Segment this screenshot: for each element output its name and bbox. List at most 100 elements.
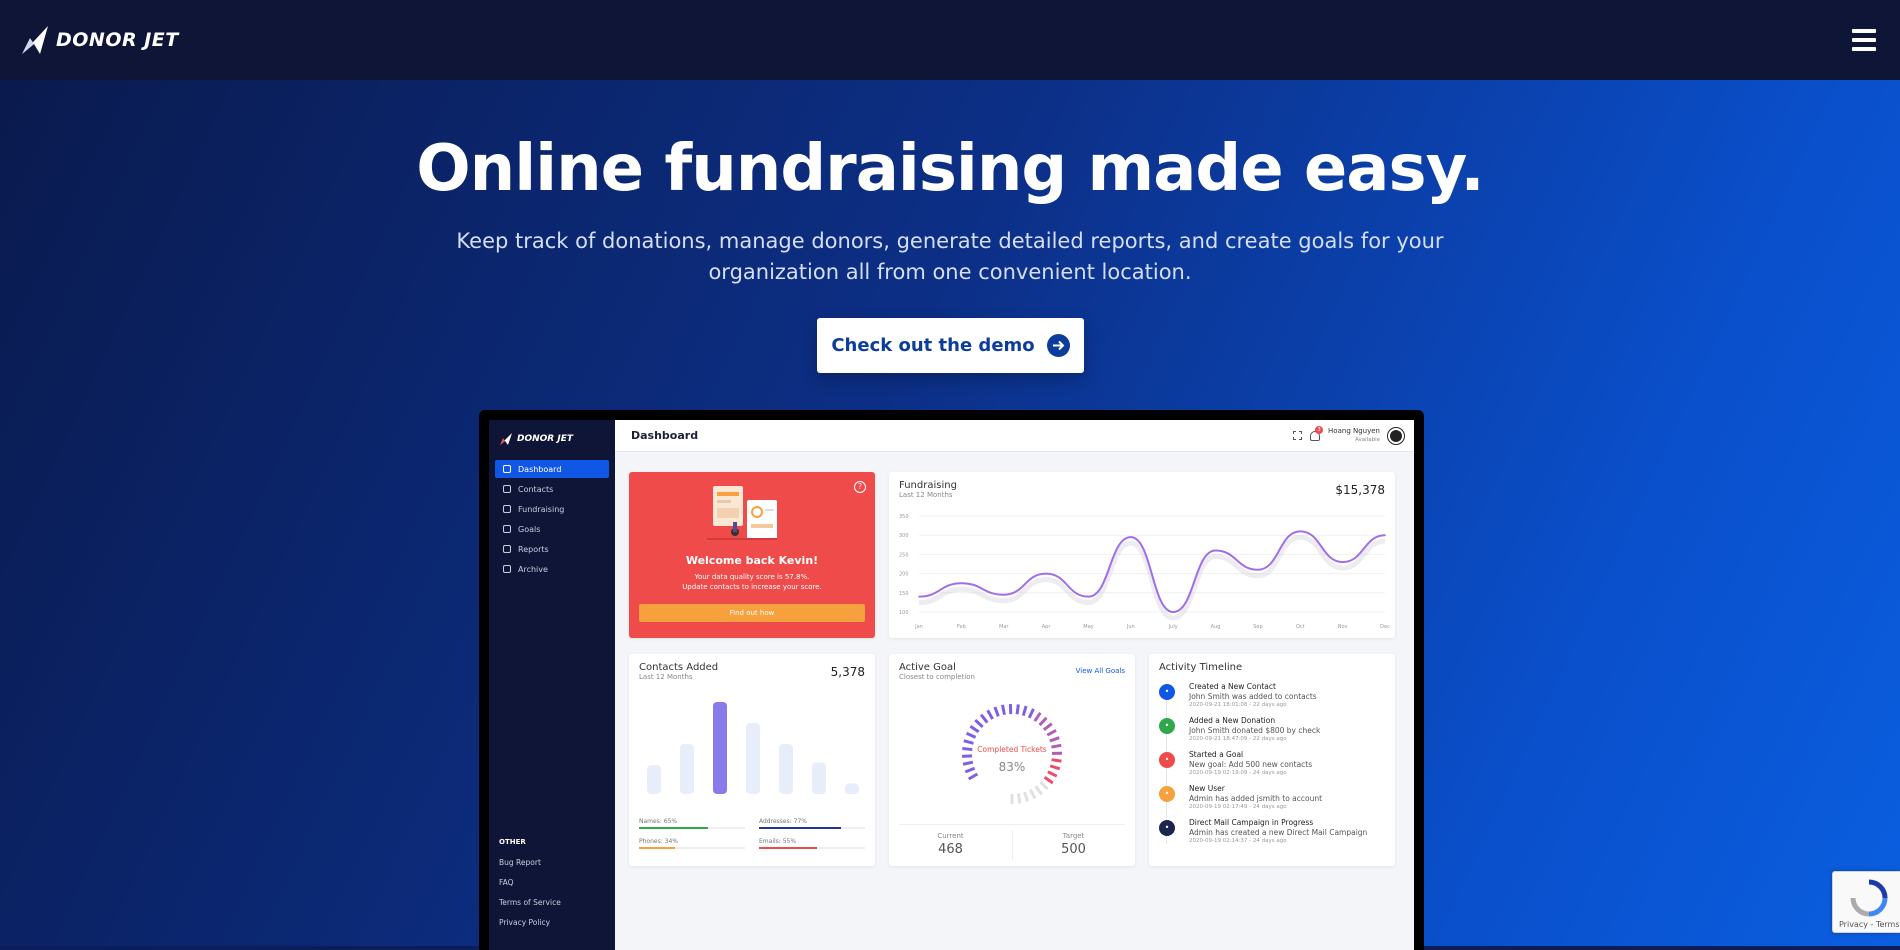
- archive-icon: [503, 565, 511, 573]
- bar: [746, 723, 760, 794]
- help-icon[interactable]: ?: [854, 481, 866, 493]
- sidebar-item-goals[interactable]: Goals: [495, 520, 609, 538]
- sidebar-item-label: Archive: [518, 565, 548, 574]
- stat-bar-fill: [639, 847, 675, 849]
- sidebar-link-bug-report[interactable]: Bug Report: [499, 858, 541, 867]
- data-point: [1172, 611, 1174, 613]
- timeline-body: John Smith was added to contacts: [1189, 692, 1317, 701]
- y-tick-label: 100: [899, 610, 909, 616]
- sidebar-link-terms[interactable]: Terms of Service: [499, 898, 561, 907]
- arrow-circle-right-icon: [1047, 334, 1070, 357]
- sidebar-item-reports[interactable]: Reports: [495, 540, 609, 558]
- contacts-added-card: Contacts Added Last 12 Months 5,378 Name…: [629, 654, 875, 866]
- stat-bar: [759, 847, 865, 849]
- data-point: [918, 596, 920, 598]
- y-tick-label: 250: [899, 552, 909, 558]
- data-point: [1088, 596, 1090, 598]
- sidebar-item-label: Goals: [518, 525, 540, 534]
- dashboard-sidebar: DONOR JET Dashboard Contacts Fundraising Go…: [489, 420, 615, 950]
- user-info[interactable]: Hoang Nguyen Available: [1328, 427, 1380, 445]
- y-tick-label: 150: [899, 591, 909, 597]
- y-tick-label: 300: [899, 533, 909, 539]
- timeline-dot-icon: •: [1159, 786, 1175, 802]
- fundraising-icon: [503, 505, 511, 513]
- stat-bar-fill: [759, 847, 817, 849]
- gauge-tick: [1050, 738, 1059, 741]
- demo-button-label: Check out the demo: [831, 335, 1034, 356]
- sidebar-item-dashboard[interactable]: Dashboard: [495, 460, 609, 478]
- sidebar-item-label: Reports: [518, 545, 549, 554]
- x-tick-label: Feb: [957, 624, 966, 630]
- dashboard-screen: DONOR JET Dashboard Contacts Fundraising Go…: [489, 420, 1414, 950]
- hero-subtitle: Keep track of donations, manage donors, …: [410, 226, 1490, 288]
- sidebar-item-contacts[interactable]: Contacts: [495, 480, 609, 498]
- dashboard-illustration: [705, 482, 785, 544]
- stat-label: Emails: 55%: [759, 838, 796, 845]
- timeline-heading: Direct Mail Campaign in Progress: [1189, 818, 1313, 827]
- dashboard-topbar: Dashboard 3 Hoang Nguyen Available: [615, 420, 1414, 452]
- gauge-value: 83%: [889, 760, 1135, 774]
- data-point: [1003, 594, 1005, 596]
- data-point: [1045, 573, 1047, 575]
- hero-section: Online fundraising made easy. Keep track…: [0, 80, 1900, 946]
- recaptcha-icon: [1849, 878, 1889, 918]
- sidebar-item-archive[interactable]: Archive: [495, 560, 609, 578]
- paper-plane-icon: [20, 24, 50, 56]
- timeline-heading: Started a Goal: [1189, 750, 1243, 759]
- stat-label: Names: 65%: [639, 818, 677, 825]
- goal-gauge: [889, 684, 1135, 824]
- fullscreen-icon[interactable]: [1293, 431, 1302, 440]
- brand-logo[interactable]: DONOR JET: [20, 24, 179, 56]
- data-point: [1130, 536, 1132, 538]
- timeline-item: •Added a New DonationJohn Smith donated …: [1159, 716, 1389, 748]
- sidebar-item-fundraising[interactable]: Fundraising: [495, 500, 609, 518]
- bar: [713, 702, 727, 794]
- data-point: [1342, 561, 1344, 563]
- x-tick-label: May: [1083, 624, 1093, 630]
- gauge-label: Completed Tickets: [889, 745, 1135, 754]
- dashboard-brand: DONOR JET: [489, 420, 615, 460]
- timeline-body: Admin has added jsmith to account: [1189, 794, 1322, 803]
- sidebar-item-label: Dashboard: [518, 465, 561, 474]
- timeline-body: New goal: Add 500 new contacts: [1189, 760, 1312, 769]
- timeline-dot-icon: •: [1159, 718, 1175, 734]
- data-point: [961, 582, 963, 584]
- gauge-tick: [975, 720, 982, 727]
- user-name: Hoang Nguyen: [1328, 427, 1380, 436]
- welcome-title: Welcome back Kevin!: [629, 554, 875, 567]
- reports-icon: [503, 545, 511, 553]
- sidebar-other-heading: OTHER: [499, 838, 526, 846]
- sidebar-link-privacy[interactable]: Privacy Policy: [499, 918, 550, 927]
- x-tick-label: Aug: [1211, 624, 1221, 630]
- recaptcha-badge[interactable]: Privacy - Terms: [1832, 871, 1900, 933]
- sidebar-link-faq[interactable]: FAQ: [499, 878, 514, 887]
- timeline-item: • Direct Mail Campaign in ProgressAdmin h…: [1159, 818, 1389, 850]
- gauge-tick: [1003, 705, 1005, 715]
- view-all-goals-link[interactable]: View All Goals: [1076, 667, 1125, 675]
- gauge-tick: [967, 733, 976, 737]
- welcome-line-2: Update contacts to increase your score.: [629, 582, 875, 592]
- gauge-tick: [1030, 790, 1035, 799]
- timeline-body: Admin has created a new Direct Mail Camp…: [1189, 828, 1367, 837]
- user-status: Available: [1328, 436, 1380, 445]
- stat-bar-fill: [759, 827, 841, 829]
- find-out-how-button[interactable]: Find out how: [639, 604, 865, 622]
- hamburger-menu-icon[interactable]: [1852, 29, 1876, 51]
- target-label: Target: [1012, 832, 1135, 840]
- data-point: [1215, 550, 1217, 552]
- contacts-bar-chart: [629, 654, 875, 866]
- demo-button[interactable]: Check out the demo: [817, 318, 1084, 373]
- avatar[interactable]: [1388, 428, 1404, 444]
- x-tick-label: Jan: [914, 624, 923, 630]
- bar: [647, 765, 661, 794]
- y-tick-label: 200: [899, 572, 909, 578]
- dashboard-brand-name: DONOR JET: [517, 434, 573, 444]
- data-point: [1257, 569, 1259, 571]
- bell-icon[interactable]: 3: [1310, 431, 1320, 441]
- recaptcha-privacy-terms[interactable]: Privacy - Terms: [1839, 920, 1900, 929]
- bar: [680, 744, 694, 794]
- welcome-line-1: Your data quality score is 57.8%.: [629, 572, 875, 582]
- dashboard-icon: [503, 465, 511, 473]
- x-tick-label: Dec: [1380, 624, 1390, 630]
- timeline-dot-icon: •: [1159, 820, 1175, 836]
